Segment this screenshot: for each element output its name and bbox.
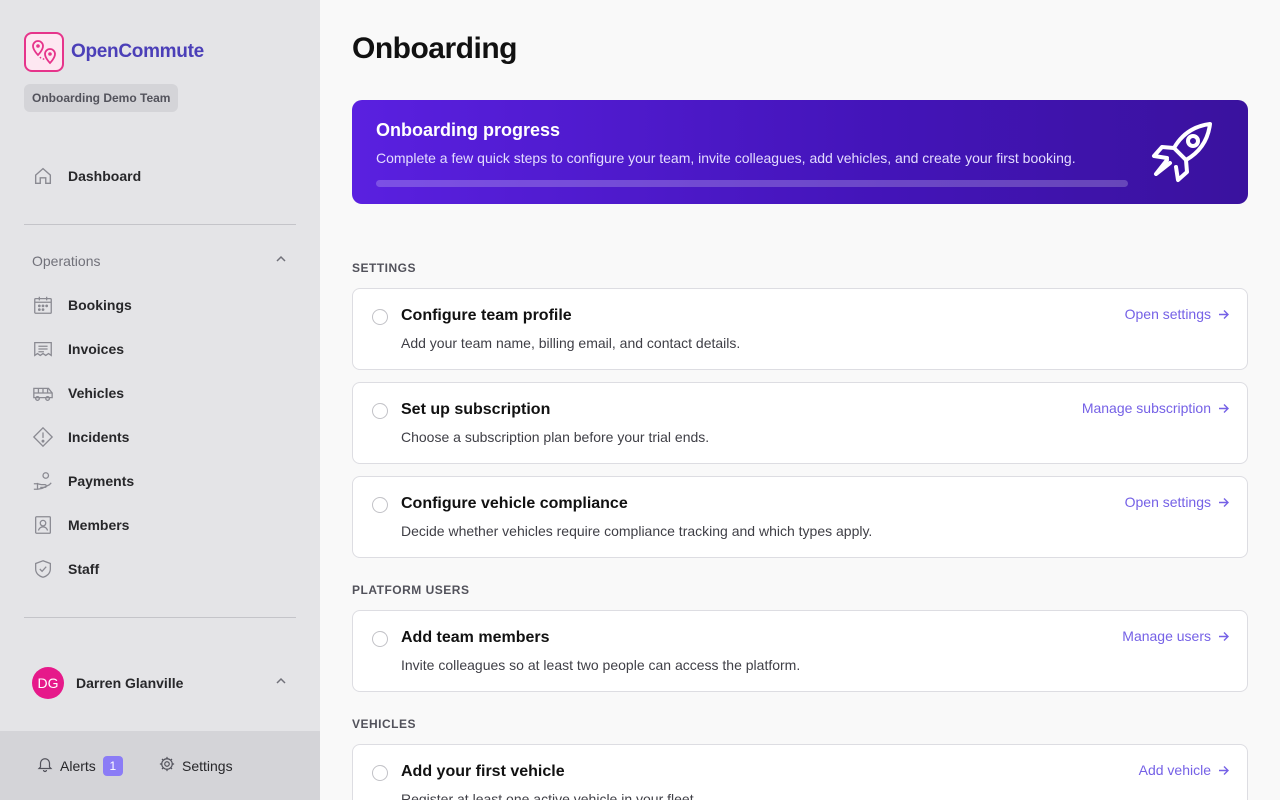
task-status-checkbox[interactable] (372, 497, 388, 513)
user-name: Darren Glanville (76, 675, 184, 691)
task-title: Set up subscription (401, 401, 551, 418)
open-settings-link[interactable]: Open settings (1125, 494, 1230, 510)
sidebar-item-label: Staff (68, 561, 100, 577)
calendar-icon (24, 293, 64, 317)
task-description: Register at least one active vehicle in … (401, 791, 698, 800)
sidebar-item-label: Members (68, 517, 130, 533)
sidebar-divider (24, 224, 296, 225)
sidebar-footer: Alerts 1 Settings (0, 731, 320, 800)
task-status-checkbox[interactable] (372, 765, 388, 781)
task-description: Choose a subscription plan before your t… (401, 429, 710, 445)
sidebar-item-bookings[interactable]: Bookings (24, 287, 296, 323)
sidebar-divider (24, 617, 296, 618)
sidebar-item-vehicles[interactable]: Vehicles (24, 375, 296, 411)
alerts-label: Alerts (60, 758, 96, 774)
manage-users-link[interactable]: Manage users (1122, 628, 1230, 644)
sidebar-item-payments[interactable]: Payments (24, 463, 296, 499)
sidebar-item-label: Vehicles (68, 385, 125, 401)
home-icon (24, 164, 64, 188)
open-settings-link[interactable]: Open settings (1125, 306, 1230, 322)
brand-name: OpenCommute (71, 41, 204, 62)
sidebar-item-dashboard[interactable]: Dashboard (24, 158, 296, 194)
sidebar-item-invoices[interactable]: Invoices (24, 331, 296, 367)
gear-icon (158, 755, 176, 778)
progress-bar (376, 180, 1128, 187)
bus-icon (24, 381, 64, 405)
operations-section-toggle[interactable]: Operations (32, 250, 288, 272)
add-vehicle-link[interactable]: Add vehicle (1139, 762, 1230, 778)
sidebar-item-label: Bookings (68, 297, 132, 313)
chevron-up-icon (274, 674, 288, 693)
task-configure-team-profile: Configure team profile Add your team nam… (352, 288, 1248, 370)
alerts-button[interactable]: Alerts 1 (36, 755, 123, 777)
group-label-settings: SETTINGS (352, 261, 417, 275)
invoice-icon (24, 337, 64, 361)
manage-subscription-link[interactable]: Manage subscription (1082, 400, 1230, 416)
shield-check-icon (24, 557, 64, 581)
sidebar-item-label: Payments (68, 473, 135, 489)
onboarding-progress-banner: Onboarding progress Complete a few quick… (352, 100, 1248, 204)
rocket-icon (1152, 122, 1212, 182)
arrow-right-icon (1219, 309, 1229, 319)
task-title: Configure team profile (401, 307, 572, 324)
settings-label: Settings (182, 758, 233, 774)
arrow-right-icon (1219, 497, 1229, 507)
group-label-platform-users: PLATFORM USERS (352, 583, 470, 597)
chevron-up-icon (274, 252, 288, 271)
task-add-team-members: Add team members Invite colleagues so at… (352, 610, 1248, 692)
link-label: Manage subscription (1081, 400, 1211, 416)
sidebar-item-label: Dashboard (68, 168, 142, 184)
member-card-icon (24, 513, 64, 537)
team-switcher[interactable]: Onboarding Demo Team (24, 84, 179, 112)
banner-title: Onboarding progress (376, 120, 561, 140)
brand-logo[interactable]: OpenCommute (24, 32, 204, 72)
avatar: DG (32, 667, 64, 699)
task-title: Configure vehicle compliance (401, 495, 628, 512)
sidebar-item-members[interactable]: Members (24, 507, 296, 543)
arrow-right-icon (1219, 631, 1229, 641)
alerts-count-badge: 1 (102, 756, 123, 776)
task-set-up-subscription: Set up subscription Choose a subscriptio… (352, 382, 1248, 464)
task-title: Add your first vehicle (401, 763, 565, 780)
task-status-checkbox[interactable] (372, 403, 388, 419)
settings-button[interactable]: Settings (158, 755, 233, 777)
task-description: Decide whether vehicles require complian… (401, 523, 873, 539)
payment-hand-icon (24, 469, 64, 493)
sidebar-item-label: Incidents (68, 429, 130, 445)
sidebar: OpenCommute Onboarding Demo Team Dashboa… (0, 0, 320, 800)
task-add-first-vehicle: Add your first vehicle Register at least… (352, 744, 1248, 800)
arrow-right-icon (1219, 403, 1229, 413)
task-description: Invite colleagues so at least two people… (401, 657, 801, 673)
banner-description: Complete a few quick steps to configure … (376, 150, 1076, 166)
user-menu[interactable]: DG Darren Glanville (32, 666, 288, 700)
sidebar-item-label: Invoices (68, 341, 125, 357)
task-configure-vehicle-compliance: Configure vehicle compliance Decide whet… (352, 476, 1248, 558)
link-label: Open settings (1124, 306, 1211, 322)
task-status-checkbox[interactable] (372, 631, 388, 647)
map-pin-logo-icon (24, 32, 64, 72)
sidebar-item-staff[interactable]: Staff (24, 551, 296, 587)
section-label: Operations (32, 253, 101, 269)
task-description: Add your team name, billing email, and c… (401, 335, 741, 351)
link-label: Open settings (1124, 494, 1211, 510)
task-title: Add team members (401, 629, 550, 646)
task-status-checkbox[interactable] (372, 309, 388, 325)
warning-icon (24, 425, 64, 449)
sidebar-item-incidents[interactable]: Incidents (24, 419, 296, 455)
link-label: Manage users (1122, 628, 1211, 644)
page-title: Onboarding (352, 32, 517, 65)
group-label-vehicles: VEHICLES (352, 717, 417, 731)
arrow-right-icon (1219, 765, 1229, 775)
bell-icon (36, 755, 54, 778)
link-label: Add vehicle (1138, 762, 1211, 778)
